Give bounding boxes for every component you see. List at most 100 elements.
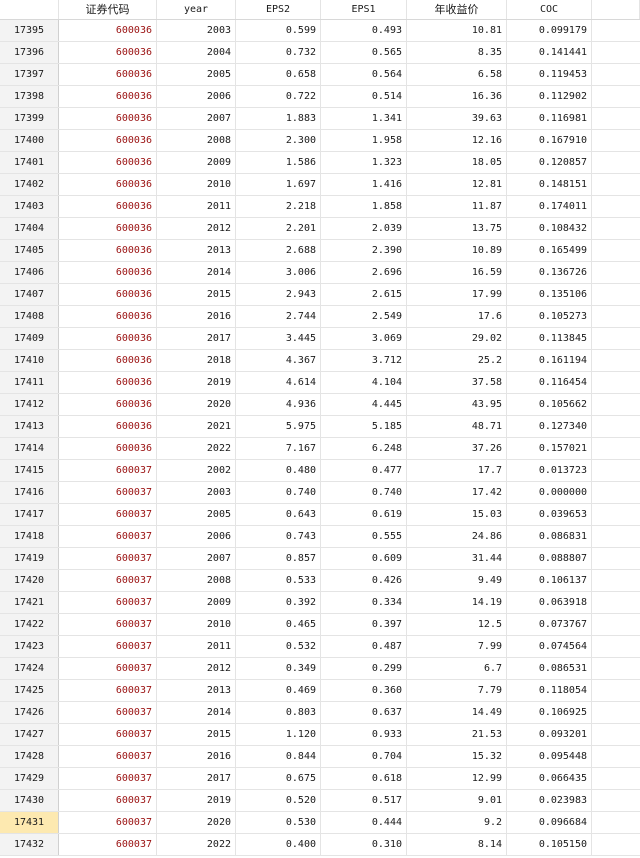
annual-price-cell[interactable]: 21.53 <box>407 724 507 745</box>
row-number[interactable]: 17422 <box>0 614 59 635</box>
coc-cell[interactable]: 0.105662 <box>507 394 592 415</box>
coc-cell[interactable]: 0.093201 <box>507 724 592 745</box>
stock-code-cell[interactable]: 600036 <box>59 372 157 393</box>
table-row[interactable]: 17414 600036 2022 7.167 6.248 37.26 0.157021 <box>0 438 640 460</box>
year-cell[interactable]: 2020 <box>157 812 236 833</box>
row-number[interactable]: 17415 <box>0 460 59 481</box>
eps2-cell[interactable]: 0.857 <box>236 548 321 569</box>
eps2-cell[interactable]: 4.367 <box>236 350 321 371</box>
year-cell[interactable]: 2002 <box>157 460 236 481</box>
coc-cell[interactable]: 0.119453 <box>507 64 592 85</box>
stock-code-cell[interactable]: 600037 <box>59 834 157 855</box>
eps2-cell[interactable]: 0.658 <box>236 64 321 85</box>
table-row[interactable]: 17408 600036 2016 2.744 2.549 17.6 0.105273 <box>0 306 640 328</box>
table-row[interactable]: 17405 600036 2013 2.688 2.390 10.89 0.165499 <box>0 240 640 262</box>
table-row[interactable]: 17395 600036 2003 0.599 0.493 10.81 0.099179 <box>0 20 640 42</box>
row-number[interactable]: 17409 <box>0 328 59 349</box>
eps2-cell[interactable]: 2.744 <box>236 306 321 327</box>
coc-cell[interactable]: 0.106137 <box>507 570 592 591</box>
coc-cell[interactable]: 0.074564 <box>507 636 592 657</box>
eps2-cell[interactable]: 0.740 <box>236 482 321 503</box>
table-row[interactable]: 17432 600037 2022 0.400 0.310 8.14 0.105150 <box>0 834 640 856</box>
coc-cell[interactable]: 0.141441 <box>507 42 592 63</box>
eps1-cell[interactable]: 0.310 <box>321 834 407 855</box>
eps1-cell[interactable]: 0.555 <box>321 526 407 547</box>
row-number[interactable]: 17402 <box>0 174 59 195</box>
row-number[interactable]: 17428 <box>0 746 59 767</box>
coc-cell[interactable]: 0.127340 <box>507 416 592 437</box>
eps1-cell[interactable]: 2.615 <box>321 284 407 305</box>
coc-cell[interactable]: 0.112902 <box>507 86 592 107</box>
eps2-cell[interactable]: 1.120 <box>236 724 321 745</box>
eps1-cell[interactable]: 2.039 <box>321 218 407 239</box>
table-row[interactable]: 17426 600037 2014 0.803 0.637 14.49 0.106925 <box>0 702 640 724</box>
eps2-cell[interactable]: 0.392 <box>236 592 321 613</box>
table-row[interactable]: 17415 600037 2002 0.480 0.477 17.7 0.013723 <box>0 460 640 482</box>
coc-cell[interactable]: 0.096684 <box>507 812 592 833</box>
table-row[interactable]: 17422 600037 2010 0.465 0.397 12.5 0.073767 <box>0 614 640 636</box>
stock-code-cell[interactable]: 600036 <box>59 86 157 107</box>
coc-cell[interactable]: 0.120857 <box>507 152 592 173</box>
coc-cell[interactable]: 0.106925 <box>507 702 592 723</box>
annual-price-cell[interactable]: 16.36 <box>407 86 507 107</box>
coc-cell[interactable]: 0.088807 <box>507 548 592 569</box>
eps1-cell[interactable]: 0.618 <box>321 768 407 789</box>
row-number[interactable]: 17407 <box>0 284 59 305</box>
eps2-cell[interactable]: 0.520 <box>236 790 321 811</box>
table-row[interactable]: 17410 600036 2018 4.367 3.712 25.2 0.161194 <box>0 350 640 372</box>
eps2-cell[interactable]: 0.530 <box>236 812 321 833</box>
eps2-cell[interactable]: 2.300 <box>236 130 321 151</box>
annual-price-cell[interactable]: 8.14 <box>407 834 507 855</box>
eps1-cell[interactable]: 0.493 <box>321 20 407 41</box>
stock-code-cell[interactable]: 600036 <box>59 218 157 239</box>
year-cell[interactable]: 2008 <box>157 130 236 151</box>
coc-cell[interactable]: 0.116454 <box>507 372 592 393</box>
eps2-cell[interactable]: 4.936 <box>236 394 321 415</box>
eps2-cell[interactable]: 1.586 <box>236 152 321 173</box>
eps2-cell[interactable]: 4.614 <box>236 372 321 393</box>
table-row[interactable]: 17431 600037 2020 0.530 0.444 9.2 0.096684 <box>0 812 640 834</box>
stock-code-cell[interactable]: 600036 <box>59 20 157 41</box>
table-row[interactable]: 17417 600037 2005 0.643 0.619 15.03 0.039653 <box>0 504 640 526</box>
eps1-cell[interactable]: 2.390 <box>321 240 407 261</box>
annual-price-cell[interactable]: 12.16 <box>407 130 507 151</box>
annual-price-cell[interactable]: 39.63 <box>407 108 507 129</box>
stock-code-cell[interactable]: 600036 <box>59 152 157 173</box>
eps1-cell[interactable]: 5.185 <box>321 416 407 437</box>
table-row[interactable]: 17425 600037 2013 0.469 0.360 7.79 0.118054 <box>0 680 640 702</box>
eps2-cell[interactable]: 0.469 <box>236 680 321 701</box>
table-row[interactable]: 17428 600037 2016 0.844 0.704 15.32 0.095448 <box>0 746 640 768</box>
eps1-cell[interactable]: 2.696 <box>321 262 407 283</box>
eps2-cell[interactable]: 7.167 <box>236 438 321 459</box>
annual-price-cell[interactable]: 17.7 <box>407 460 507 481</box>
stock-code-cell[interactable]: 600036 <box>59 196 157 217</box>
annual-price-cell[interactable]: 14.19 <box>407 592 507 613</box>
eps2-cell[interactable]: 0.803 <box>236 702 321 723</box>
eps1-cell[interactable]: 4.104 <box>321 372 407 393</box>
coc-cell[interactable]: 0.116981 <box>507 108 592 129</box>
row-number[interactable]: 17404 <box>0 218 59 239</box>
coc-cell[interactable]: 0.063918 <box>507 592 592 613</box>
row-number[interactable]: 17397 <box>0 64 59 85</box>
annual-price-cell[interactable]: 6.58 <box>407 64 507 85</box>
eps2-cell[interactable]: 0.599 <box>236 20 321 41</box>
row-number[interactable]: 17427 <box>0 724 59 745</box>
annual-price-cell[interactable]: 10.89 <box>407 240 507 261</box>
eps1-cell[interactable]: 0.426 <box>321 570 407 591</box>
table-row[interactable]: 17406 600036 2014 3.006 2.696 16.59 0.136726 <box>0 262 640 284</box>
table-row[interactable]: 17409 600036 2017 3.445 3.069 29.02 0.113845 <box>0 328 640 350</box>
annual-price-cell[interactable]: 12.99 <box>407 768 507 789</box>
eps1-cell[interactable]: 0.619 <box>321 504 407 525</box>
year-cell[interactable]: 2018 <box>157 350 236 371</box>
eps2-cell[interactable]: 0.533 <box>236 570 321 591</box>
row-number[interactable]: 17398 <box>0 86 59 107</box>
coc-cell[interactable]: 0.118054 <box>507 680 592 701</box>
stock-code-cell[interactable]: 600037 <box>59 460 157 481</box>
row-number[interactable]: 17406 <box>0 262 59 283</box>
eps2-cell[interactable]: 2.201 <box>236 218 321 239</box>
eps2-cell[interactable]: 1.883 <box>236 108 321 129</box>
eps1-cell[interactable]: 4.445 <box>321 394 407 415</box>
eps2-cell[interactable]: 0.643 <box>236 504 321 525</box>
year-cell[interactable]: 2016 <box>157 746 236 767</box>
year-cell[interactable]: 2015 <box>157 284 236 305</box>
